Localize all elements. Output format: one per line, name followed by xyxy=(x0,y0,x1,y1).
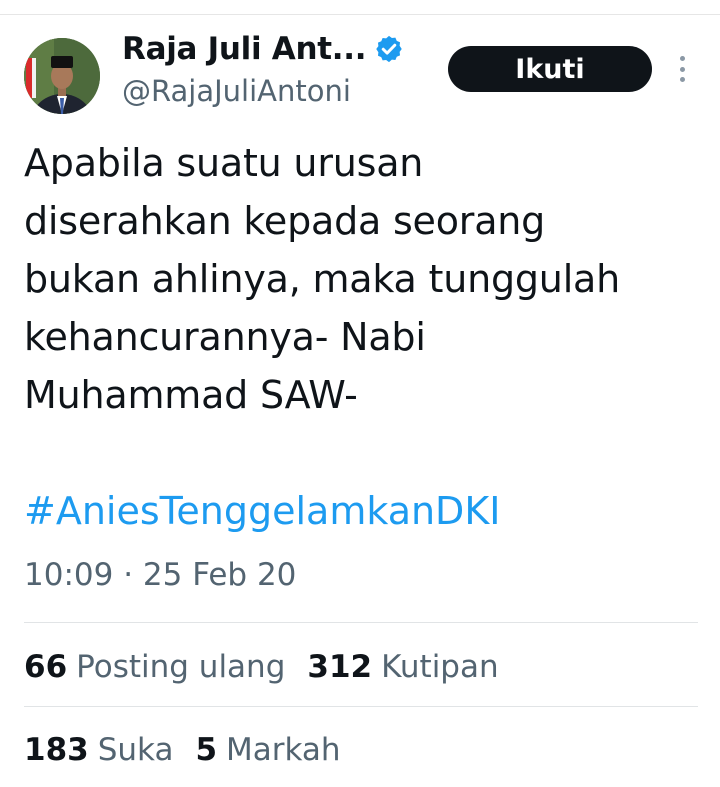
stats-row-likes: 183 Suka 5 Markah xyxy=(24,725,363,775)
avatar-image xyxy=(24,38,100,114)
reposts-stat[interactable]: 66 Posting ulang xyxy=(24,649,285,685)
reposts-count: 66 xyxy=(24,649,68,685)
verified-badge-icon xyxy=(376,35,402,63)
stats-row-reposts: 66 Posting ulang 312 Kutipan xyxy=(24,642,521,692)
user-handle[interactable]: @RajaJuliAntoni xyxy=(122,74,351,108)
likes-count: 183 xyxy=(24,732,89,768)
tweet-timestamp[interactable]: 10:09 · 25 Feb 20 xyxy=(24,550,296,600)
quotes-count: 312 xyxy=(307,649,373,685)
more-dot xyxy=(679,77,685,82)
stats-divider-top xyxy=(24,622,698,623)
avatar[interactable] xyxy=(24,38,100,114)
bookmarks-count: 5 xyxy=(195,732,218,768)
quotes-label: Kutipan xyxy=(381,649,499,685)
reposts-label: Posting ulang xyxy=(76,649,286,685)
display-name[interactable]: Raja Juli Ant... xyxy=(122,31,366,67)
likes-stat[interactable]: 183 Suka xyxy=(24,732,173,768)
bookmarks-label: Markah xyxy=(226,732,341,768)
quotes-stat[interactable]: 312 Kutipan xyxy=(307,649,498,685)
follow-button[interactable]: Ikuti xyxy=(448,46,652,92)
stats-divider-middle xyxy=(24,706,698,707)
more-dot xyxy=(679,56,685,61)
tweet-text: Apabila suatu urusan diserahkan kepada s… xyxy=(24,141,621,417)
hashtag-link[interactable]: #AniesTenggelamkanDKI xyxy=(24,482,500,540)
bookmarks-stat[interactable]: 5 Markah xyxy=(195,732,340,768)
more-dot xyxy=(679,66,685,72)
name-row: Raja Juli Ant... xyxy=(122,28,404,70)
likes-label: Suka xyxy=(97,732,174,768)
more-options-icon[interactable] xyxy=(670,52,694,86)
top-divider xyxy=(0,14,720,15)
